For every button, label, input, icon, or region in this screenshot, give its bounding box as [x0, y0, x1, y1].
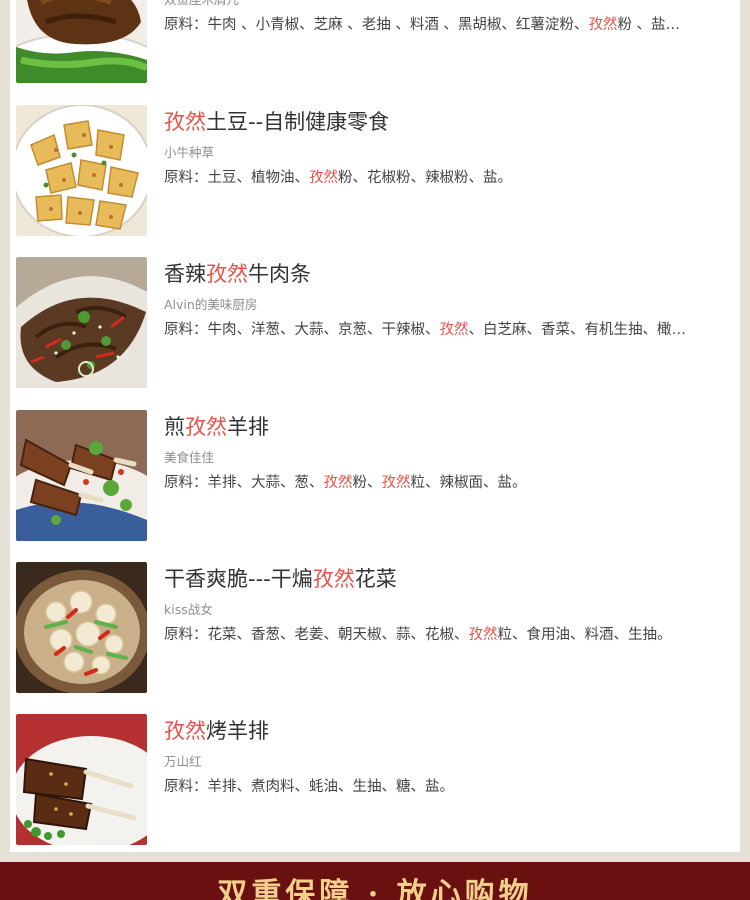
recipe-item[interactable]: 干香爽脆---干煸孜然花菜 kiss战女 原料：花菜、香葱、老姜、朝天椒、蒜、花… [10, 562, 740, 693]
guarantee-banner: 双重保障 · 放心购物 [0, 862, 750, 900]
recipe-title[interactable]: 孜然烤羊排 [164, 717, 724, 745]
recipe-title[interactable]: 干香爽脆---干煸孜然花菜 [164, 565, 724, 593]
recipe-author: Alvin的美味厨房 [164, 297, 258, 312]
dish-photo-roast-lamb-ribs[interactable] [16, 714, 147, 845]
recipe-title[interactable]: 香辣孜然牛肉条 [164, 260, 724, 288]
dish-photo-cumin-potatoes[interactable] [16, 105, 147, 236]
recipe-author: kiss战女 [164, 602, 213, 617]
recipe-author: 双鱼座木屑儿 [164, 0, 724, 8]
recipe-title[interactable]: 孜然土豆--自制健康零食 [164, 108, 724, 136]
dish-photo-lamb-chops[interactable] [16, 410, 147, 541]
guarantee-banner-text: 双重保障 · 放心购物 [217, 877, 533, 900]
recipe-ingredients: 原料：羊排、煮肉料、蚝油、生抽、糖、盐。 [164, 779, 454, 795]
recipe-ingredients: 原料：羊排、大蒜、葱、孜然粉、孜然粒、辣椒面、盐。 [164, 475, 527, 491]
dish-photo-spicy-beef-strips[interactable] [16, 257, 147, 388]
recipe-item[interactable]: 煎孜然羊排 美食佳佳 原料：羊排、大蒜、葱、孜然粉、孜然粒、辣椒面、盐。 [10, 410, 740, 541]
recipe-item[interactable]: 孜然烤羊排 万山红 原料：羊排、煮肉料、蚝油、生抽、糖、盐。 [10, 714, 740, 845]
recipe-author: 万山红 [164, 754, 202, 769]
recipe-ingredients: 原料：花菜、香葱、老姜、朝天椒、蒜、花椒、孜然粒、食用油、料酒、生抽。 [164, 627, 672, 643]
recipe-item[interactable]: 孜然土豆--自制健康零食 小牛种草 原料：土豆、植物油、孜然粉、花椒粉、辣椒粉、… [10, 105, 740, 236]
recipe-item[interactable]: 双鱼座木屑儿 原料：牛肉 、小青椒、芝麻 、老抽 、料酒 、黑胡椒、红薯淀粉、孜… [10, 0, 740, 83]
recipe-ingredients: 原料：牛肉 、小青椒、芝麻 、老抽 、料酒 、黑胡椒、红薯淀粉、孜然粉 、盐… [164, 17, 681, 33]
recipe-author: 小牛种草 [164, 145, 215, 160]
recipe-author: 美食佳佳 [164, 450, 215, 465]
recipe-ingredients: 原料：土豆、植物油、孜然粉、花椒粉、辣椒粉、盐。 [164, 170, 512, 186]
recipe-list-panel: 双鱼座木屑儿 原料：牛肉 、小青椒、芝麻 、老抽 、料酒 、黑胡椒、红薯淀粉、孜… [10, 0, 740, 852]
dish-photo-beef-green-pepper[interactable] [16, 0, 147, 83]
dish-photo-dry-fried-cauliflower[interactable] [16, 562, 147, 693]
recipe-item[interactable]: 香辣孜然牛肉条 Alvin的美味厨房 原料：牛肉、洋葱、大蒜、京葱、干辣椒、孜然… [10, 257, 740, 388]
recipe-ingredients: 原料：牛肉、洋葱、大蒜、京葱、干辣椒、孜然、白芝麻、香菜、有机生抽、橄… [164, 322, 686, 338]
recipe-title[interactable]: 煎孜然羊排 [164, 413, 724, 441]
